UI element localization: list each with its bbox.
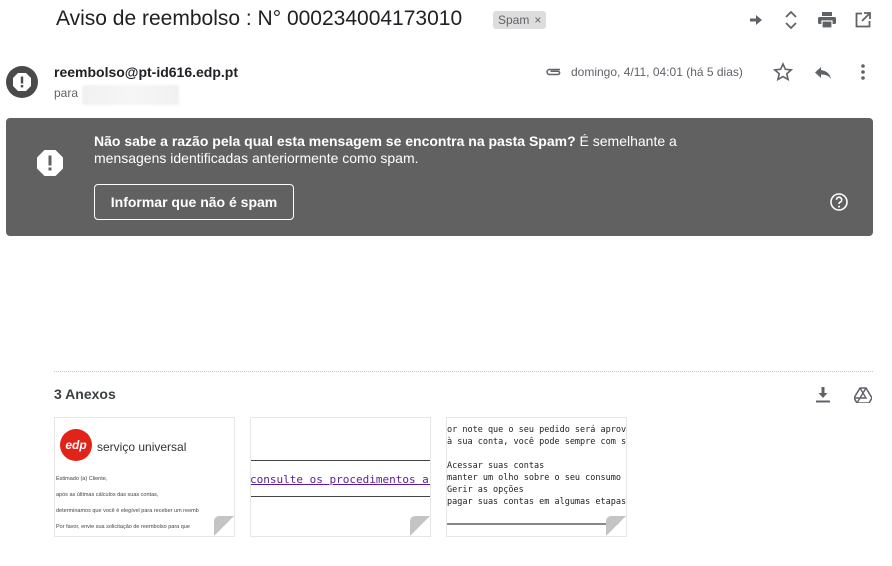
attachment-clip-icon (546, 68, 561, 76)
remove-label-icon[interactable]: × (534, 13, 541, 27)
print-icon[interactable] (817, 10, 837, 30)
recipient-label: para (54, 86, 79, 100)
attachment-thumbnail-1[interactable]: edp serviço universal Estimado (a) Clien… (54, 417, 235, 537)
star-icon[interactable] (773, 62, 793, 82)
page-fold-icon (606, 516, 626, 536)
email-subject: Aviso de reembolso : N° 000234004173010 (56, 7, 463, 30)
edp-logo: edp (60, 429, 92, 461)
attachment-3-line: or note que o seu pedido será aprovado (447, 425, 627, 435)
attachment-3-line: Acessar suas contas (447, 461, 545, 471)
attachment-thumbnail-2[interactable]: consulte os procedimentos a seg (250, 417, 431, 537)
email-date: domingo, 4/11, 04:01 (há 5 dias) (571, 65, 743, 79)
subject-row: Aviso de reembolso : N° 000234004173010 … (0, 0, 892, 40)
page-fold-icon (410, 516, 430, 536)
attachment-1-line: após as últimas cálculos das suas contas… (56, 492, 159, 498)
open-new-window-icon[interactable] (853, 10, 873, 30)
recipient-redacted (82, 85, 179, 105)
attachment-2-rule (251, 460, 430, 461)
spam-label-chip[interactable]: Spam × (493, 11, 547, 29)
attachments-title: 3 Anexos (54, 386, 116, 402)
sender-address[interactable]: reembolso@pt-id616.edp.pt (54, 64, 238, 80)
attachment-2-rule (251, 496, 430, 497)
attachment-3-line: Gerir as opções (447, 485, 524, 495)
sender-avatar-warning-icon (6, 66, 38, 98)
reply-icon[interactable] (813, 62, 833, 82)
attachment-1-line: Estimado (a) Cliente, (56, 476, 108, 482)
page-fold-icon (214, 516, 234, 536)
spam-explanation-bold: Não sabe a razão pela qual esta mensagem… (94, 133, 576, 149)
report-not-spam-button[interactable]: Informar que não é spam (94, 184, 294, 220)
forward-arrow-icon[interactable] (746, 10, 766, 30)
attachment-3-line: manter um olho sobre o seu consumo (447, 473, 621, 483)
save-to-drive-icon[interactable] (853, 385, 873, 405)
spam-explanation: Não sabe a razão pela qual esta mensagem… (94, 133, 714, 167)
attachments-divider (54, 371, 873, 372)
spam-warning-icon (37, 150, 63, 176)
help-icon[interactable] (829, 192, 849, 212)
attachment-2-link: consulte os procedimentos a seg (250, 473, 430, 486)
attachment-thumbnail-3[interactable]: or note que o seu pedido será aprovado à… (446, 417, 627, 537)
attachment-3-line: à sua conta, você pode sempre com seg (447, 437, 627, 447)
expand-collapse-icon[interactable] (781, 10, 801, 30)
spam-label-text: Spam (498, 13, 530, 27)
download-all-icon[interactable] (813, 385, 833, 405)
attachment-1-brand: serviço universal (97, 440, 187, 454)
attachment-1-line: determinamos que você é elegível para re… (56, 508, 199, 514)
attachment-1-line: Por favor, envie sua solicitação de reem… (56, 524, 190, 530)
spam-warning-banner: Não sabe a razão pela qual esta mensagem… (6, 118, 873, 236)
attachment-3-line: pagar suas contas em algumas etapas (447, 497, 627, 507)
more-vert-icon[interactable] (853, 62, 873, 82)
